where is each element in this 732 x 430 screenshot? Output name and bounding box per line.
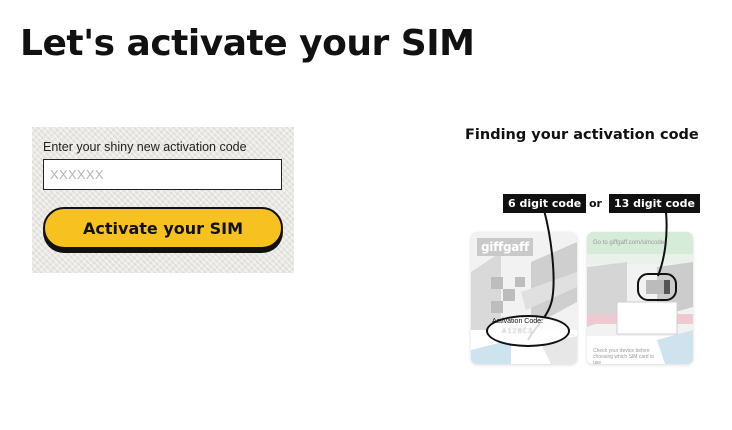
activate-sim-button[interactable]: Activate your SIM [43,207,283,249]
giffgaff-logo: giffgaff [477,238,533,256]
activation-code-input[interactable] [43,159,282,190]
right-card-goto-text: Go to giffgaff.com/simcode [593,240,665,246]
finding-code-heading: Finding your activation code [465,127,699,143]
thirteen-digit-code-tag: 13 digit code [609,194,700,213]
right-card-footer-text: Check your device before choosing which … [593,348,655,364]
sim-card-13-digit: Go to giffgaff.com/simcode Check your de… [587,232,693,364]
page-title: Let's activate your SIM [20,23,475,64]
or-separator: or [589,197,602,210]
six-digit-code-tag: 6 digit code [503,194,587,213]
activation-code-label: Enter your shiny new activation code [43,140,247,154]
sim-card-pattern-right [587,232,693,364]
left-card-activation-value: A12BC3 [502,328,534,336]
left-card-activation-label: Activation Code: [492,318,543,325]
activation-form-panel: Enter your shiny new activation code Act… [32,127,294,273]
